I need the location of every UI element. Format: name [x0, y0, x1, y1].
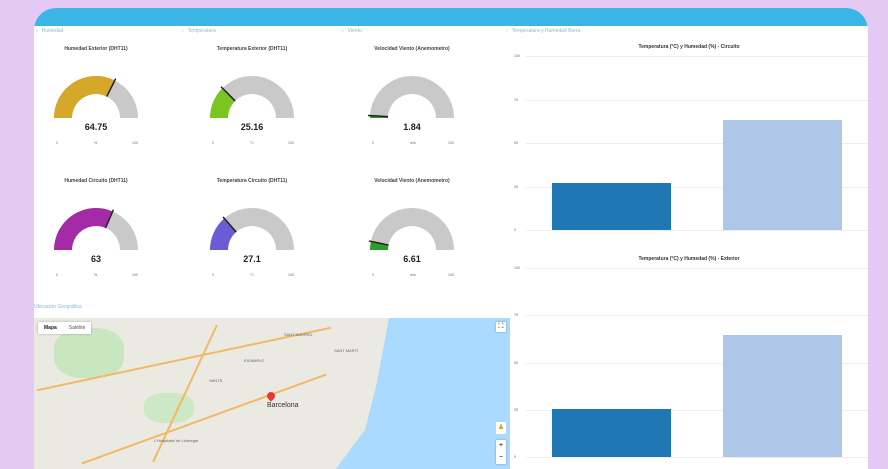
- y-tick-label: 100: [514, 54, 520, 58]
- gauge-min: 0: [56, 141, 58, 145]
- chevron-icon: ›: [506, 28, 508, 34]
- gauge-min: 0: [56, 273, 58, 277]
- pegman-icon[interactable]: ♟: [496, 422, 506, 434]
- chart-bar[interactable]: [551, 182, 672, 230]
- gauge: Velocidad Viento (Anemometro) 1.84 0 m/s 100: [352, 46, 472, 146]
- top-bar: [34, 8, 868, 26]
- gridline: [526, 457, 868, 458]
- gauge: Temperatura Exterior (DHT11) 25.16 0 °C 100: [192, 46, 312, 146]
- chart-bar[interactable]: [551, 409, 672, 457]
- map-park: [54, 328, 124, 378]
- section-chart-title[interactable]: › Temperatura y Humedad Barra: [506, 28, 580, 34]
- gauge: Temperatura Circuito (DHT11) 27.1 0 °C 100: [192, 178, 312, 278]
- section-humidity-title[interactable]: › Humedad: [36, 28, 63, 34]
- gauge-title: Humedad Circuito (DHT11): [64, 178, 128, 184]
- gauge-unit: %: [94, 141, 98, 145]
- map-label: SANTS: [209, 378, 223, 383]
- gauge-unit: °C: [250, 141, 254, 145]
- map-tab-mapa[interactable]: Mapa: [38, 322, 63, 334]
- chart-exterior: Temperatura (°C) y Humedad (%) - Exterio…: [510, 254, 868, 469]
- gauge-unit: %: [94, 273, 98, 277]
- chevron-icon: ›: [36, 28, 38, 34]
- gridline: [526, 315, 868, 317]
- gauge-title: Temperatura Exterior (DHT11): [216, 46, 288, 52]
- gauge: Velocidad Viento (Anemometro) 6.61 0 m/s 100: [352, 178, 472, 278]
- gauge-max: 100: [448, 141, 454, 145]
- zoom-out-button[interactable]: −: [496, 452, 506, 464]
- map[interactable]: Mapa Satélite ⛶ L'Hospitalet de Llobrega…: [34, 318, 510, 469]
- map-park: [144, 393, 194, 423]
- map-type-tabs: Mapa Satélite: [38, 322, 92, 334]
- section-wind-title[interactable]: › Viento: [342, 28, 362, 34]
- fullscreen-icon[interactable]: ⛶: [496, 322, 506, 332]
- gauge-min: 0: [372, 273, 374, 277]
- map-city-label: Barcelona: [267, 402, 299, 409]
- map-tab-satelite[interactable]: Satélite: [63, 322, 92, 334]
- gauge-title: Velocidad Viento (Anemometro): [374, 178, 450, 184]
- gauge-arc: [54, 76, 138, 118]
- chart-title: Temperatura (°C) y Humedad (%) - Circuit…: [638, 44, 740, 50]
- gauge-max: 100: [132, 273, 138, 277]
- gauge-arc: [210, 208, 294, 250]
- map-sea: [329, 318, 510, 469]
- gauge-track: [370, 76, 454, 118]
- gauge: Humedad Circuito (DHT11) 63 0% 100: [36, 178, 156, 278]
- gauge-value: 25.16: [240, 122, 264, 132]
- gauge-fill: [54, 76, 115, 118]
- chevron-icon: ›: [342, 28, 344, 34]
- map-road: [81, 373, 327, 465]
- gauge-value: 1.84: [403, 122, 421, 132]
- gauge-arc: [368, 208, 454, 250]
- y-tick-label: 75: [514, 313, 518, 318]
- gridline: [526, 99, 868, 101]
- gauge-unit: m/s: [410, 273, 416, 277]
- gauge-value: 6.61: [403, 254, 421, 264]
- chart-bar[interactable]: [722, 120, 843, 230]
- chevron-icon: ›: [182, 28, 184, 34]
- gauge-arc: [210, 76, 294, 118]
- gridline: [526, 56, 868, 57]
- chart-circuito: Temperatura (°C) y Humedad (%) - Circuit…: [510, 42, 868, 242]
- y-tick-label: 0: [514, 228, 516, 232]
- dashboard-frame: › Humedad › Temperatura › Viento › Temperatu…: [34, 8, 868, 469]
- y-tick-label: 0: [514, 455, 516, 459]
- gauge-unit: °C: [250, 273, 254, 277]
- gauge-value: 64.75: [84, 122, 108, 132]
- gauge-value: 63: [90, 254, 101, 264]
- gauge-min: 0: [372, 141, 374, 145]
- gauge-fill: [54, 208, 113, 250]
- gauge-title: Humedad Exterior (DHT11): [64, 46, 128, 52]
- y-tick-label: 75: [514, 97, 518, 102]
- map-label: SANT ANDREU: [284, 332, 313, 337]
- gauge-max: 100: [288, 273, 294, 277]
- map-label: L'Hospitalet de Llobregat: [154, 438, 199, 443]
- gauge-title: Temperatura Circuito (DHT11): [216, 178, 288, 184]
- gauge-arc: [54, 208, 138, 250]
- gauge-arc: [368, 76, 454, 118]
- gridline: [526, 230, 868, 231]
- y-tick-label: 25: [514, 184, 518, 189]
- gauge-unit: m/s: [410, 141, 416, 145]
- gauge-max: 100: [448, 273, 454, 277]
- map-label: SANT MARTÍ: [334, 348, 359, 353]
- gauge-max: 100: [132, 141, 138, 145]
- section-temperature-title[interactable]: › Temperatura: [182, 28, 216, 34]
- gridline: [526, 268, 868, 269]
- chart-title: Temperatura (°C) y Humedad (%) - Exterio…: [638, 256, 740, 262]
- y-tick-label: 50: [514, 141, 518, 145]
- chart-bar[interactable]: [722, 334, 843, 457]
- zoom-in-button[interactable]: +: [496, 440, 506, 452]
- map-section-title[interactable]: Ubicación Geográfica: [34, 304, 82, 310]
- y-tick-label: 25: [514, 407, 518, 412]
- gauge-title: Velocidad Viento (Anemometro): [374, 46, 450, 52]
- gauge-min: 0: [212, 141, 214, 145]
- zoom-controls: + −: [496, 440, 506, 464]
- gauge-max: 100: [288, 141, 294, 145]
- gauge: Humedad Exterior (DHT11) 64.75 0% 100: [36, 46, 156, 146]
- gauge-min: 0: [212, 273, 214, 277]
- gauge-value: 27.1: [243, 254, 261, 264]
- map-label: EIXAMPLE: [244, 358, 265, 363]
- y-tick-label: 50: [514, 360, 518, 365]
- y-tick-label: 100: [514, 266, 520, 270]
